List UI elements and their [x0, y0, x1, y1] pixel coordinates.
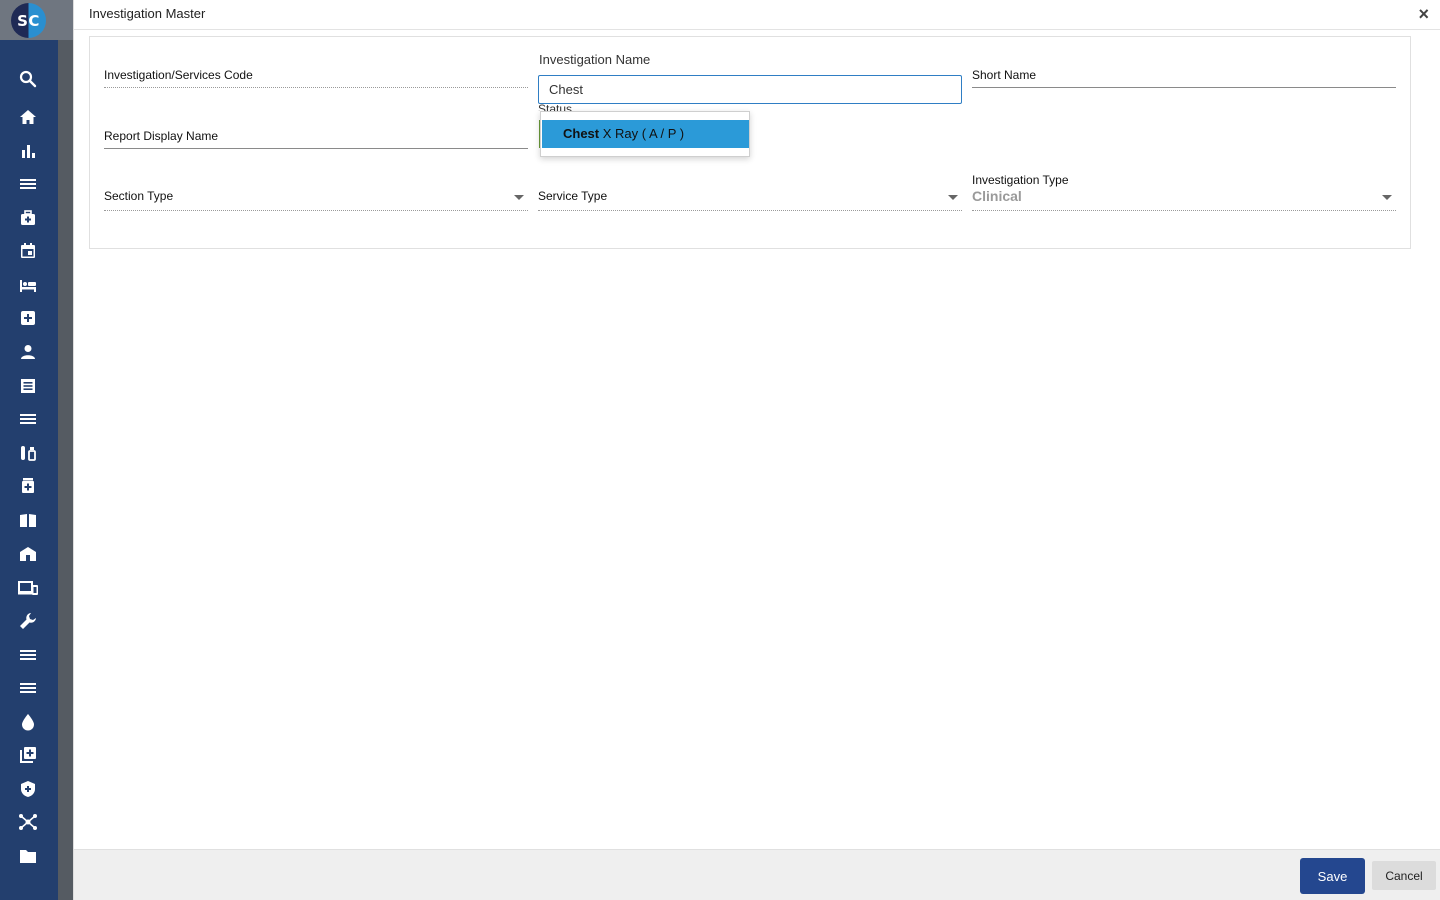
- close-icon[interactable]: ×: [1418, 4, 1429, 25]
- modal-title: Investigation Master: [89, 6, 206, 21]
- book-icon[interactable]: [17, 509, 39, 531]
- chevron-down-icon: [948, 195, 958, 200]
- modal-footer: Save Cancel: [74, 849, 1440, 900]
- report-display-name-label: Report Display Name: [104, 129, 219, 143]
- wrench-icon[interactable]: [17, 610, 39, 632]
- person-icon[interactable]: [17, 341, 39, 363]
- sidebar: SC: [0, 0, 58, 900]
- section-type-underline: [104, 210, 528, 211]
- section-type-label: Section Type: [104, 189, 174, 203]
- service-type-label: Service Type: [538, 189, 608, 203]
- menu-icon[interactable]: [17, 644, 39, 666]
- investigation-type-label: Investigation Type: [972, 173, 1069, 187]
- service-type-select[interactable]: Service Type: [538, 189, 962, 213]
- investigation-code-field[interactable]: Investigation/Services Code: [104, 68, 528, 90]
- medical-bag-icon[interactable]: [17, 207, 39, 229]
- investigation-type-select[interactable]: Investigation Type: [972, 173, 1396, 213]
- home-icon[interactable]: [17, 106, 39, 128]
- folder-icon[interactable]: [17, 845, 39, 867]
- section-type-select[interactable]: Section Type: [104, 189, 528, 213]
- backdrop: [58, 40, 73, 900]
- backdrop: [58, 0, 73, 40]
- investigation-master-modal: Investigation Master × Investigation/Ser…: [73, 0, 1440, 900]
- menu-icon[interactable]: [17, 408, 39, 430]
- investigation-code-underline: [104, 87, 528, 88]
- store-icon[interactable]: [17, 543, 39, 565]
- investigation-name-label: Investigation Name: [539, 52, 651, 67]
- short-name-field[interactable]: Short Name: [972, 68, 1396, 90]
- search-icon[interactable]: [17, 68, 39, 90]
- plus-box-icon[interactable]: [17, 307, 39, 329]
- investigation-type-value: Clinical: [972, 188, 1022, 204]
- autocomplete-rest-text: X Ray ( A / P ): [599, 126, 685, 141]
- investigation-code-label: Investigation/Services Code: [104, 68, 253, 82]
- report-display-name-field[interactable]: Report Display Name: [104, 129, 528, 151]
- hub-icon[interactable]: [17, 811, 39, 833]
- drop-icon[interactable]: [17, 711, 39, 733]
- devices-icon[interactable]: [17, 577, 39, 599]
- pharmacy-icon[interactable]: [17, 475, 39, 497]
- investigation-type-underline: [972, 210, 1396, 211]
- sidebar-header: SC: [0, 0, 58, 40]
- receipt-icon[interactable]: [17, 375, 39, 397]
- library-add-icon[interactable]: [17, 744, 39, 766]
- report-display-name-underline: [104, 148, 528, 149]
- autocomplete-match-text: Chest: [563, 126, 600, 141]
- investigation-name-input[interactable]: [538, 75, 962, 104]
- short-name-underline: [972, 87, 1396, 88]
- test-tubes-icon[interactable]: [17, 442, 39, 464]
- short-name-label: Short Name: [972, 68, 1037, 82]
- calendar-icon[interactable]: [17, 240, 39, 262]
- menu-icon[interactable]: [17, 173, 39, 195]
- service-type-underline: [538, 210, 962, 211]
- chevron-down-icon: [1382, 195, 1392, 200]
- bar-chart-icon[interactable]: [17, 140, 39, 162]
- chevron-down-icon: [514, 195, 524, 200]
- app-logo[interactable]: SC: [11, 3, 46, 38]
- save-button[interactable]: Save: [1300, 858, 1365, 894]
- autocomplete-dropdown: Chest X Ray ( A / P ): [540, 111, 750, 157]
- menu-icon[interactable]: [17, 677, 39, 699]
- status-label: Status: [538, 102, 573, 111]
- modal-header: Investigation Master ×: [74, 0, 1440, 30]
- autocomplete-option[interactable]: Chest X Ray ( A / P ): [542, 120, 749, 148]
- bed-icon[interactable]: [17, 274, 39, 296]
- cancel-button[interactable]: Cancel: [1372, 861, 1436, 890]
- shield-icon[interactable]: [17, 778, 39, 800]
